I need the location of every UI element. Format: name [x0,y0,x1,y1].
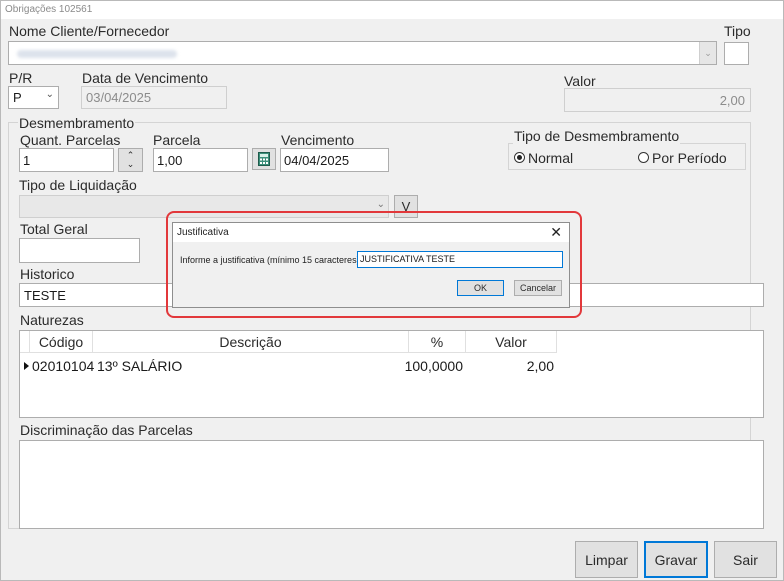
cell-codigo[interactable]: 02010104 [32,354,94,378]
parcela-field[interactable]: 1,00 [153,148,248,172]
col-percent[interactable]: % [409,331,466,353]
col-descricao[interactable]: Descrição [93,331,409,353]
calculator-icon [258,152,270,166]
desmembramento-label: Desmembramento [18,115,136,131]
calculator-button[interactable] [252,148,276,170]
window-title: Obrigações 102561 [5,4,93,15]
dialog-ok-button[interactable]: OK [457,280,504,296]
sair-button[interactable]: Sair [714,541,777,578]
discriminacao-field[interactable] [19,440,764,529]
quant-parcelas-field[interactable]: 1 [19,148,114,172]
data-vencimento-label: Data de Vencimento [82,70,209,86]
chevron-down-icon[interactable]: ⌄ [699,42,716,64]
total-geral-field[interactable] [19,238,140,263]
chevron-down-icon[interactable]: ⌄ [127,160,135,169]
quant-parcelas-label: Quant. Parcelas [20,132,121,148]
pr-label: P/R [9,70,33,86]
tipo-field[interactable] [724,42,749,65]
dialog-title-bar: Justificativa ✕ [173,223,569,242]
gravar-button[interactable]: Gravar [644,541,708,578]
justificativa-input[interactable]: JUSTIFICATIVA TESTE [357,251,563,268]
row-header-col [20,331,30,353]
data-vencimento-field[interactable]: 03/04/2025 [81,86,227,109]
dialog-cancel-button[interactable]: Cancelar [514,280,562,296]
chevron-down-icon: ⌄ [45,89,54,100]
historico-label: Historico [20,266,75,282]
cell-descricao[interactable]: 13º SALÁRIO [97,354,407,378]
justificativa-dialog: Justificativa ✕ Informe a justificativa … [172,222,570,308]
limpar-button[interactable]: Limpar [575,541,638,578]
naturezas-label: Naturezas [20,312,84,328]
chevron-down-icon: ⌄ [376,199,385,210]
cliente-combobox[interactable]: ⌄ [8,41,717,65]
col-valor[interactable]: Valor [466,331,557,353]
tipo-liquidacao-label: Tipo de Liquidação [19,177,137,193]
col-codigo[interactable]: Código [30,331,93,353]
vencimento-field[interactable]: 04/04/2025 [280,148,389,172]
row-selector-icon [21,354,31,378]
pr-select[interactable]: P ⌄ [8,86,59,109]
radio-por-periodo[interactable] [638,152,649,163]
radio-normal[interactable] [514,152,525,163]
close-icon[interactable]: ✕ [550,224,562,241]
radio-normal-label[interactable]: Normal [528,150,573,166]
pr-value: P [13,90,22,105]
vencimento-label: Vencimento [281,132,355,148]
blurred-client-name [17,50,177,58]
cell-valor[interactable]: 2,00 [466,354,554,378]
valor-label: Valor [564,73,596,89]
title-bar: Obrigações 102561 [1,1,783,19]
tipo-desmembramento-label: Tipo de Desmembramento [513,128,681,144]
dialog-prompt: Informe a justificativa (mínimo 15 carac… [180,255,363,265]
radio-por-periodo-label[interactable]: Por Período [652,150,727,166]
cell-percent[interactable]: 100,0000 [405,354,463,378]
cliente-label: Nome Cliente/Fornecedor [9,23,170,39]
valor-field[interactable]: 2,00 [564,88,751,112]
parcela-label: Parcela [153,132,201,148]
tipo-label: Tipo [724,23,751,39]
dialog-title: Justificativa [177,227,229,238]
quant-parcelas-stepper[interactable]: ⌃ ⌄ [118,148,143,172]
total-geral-label: Total Geral [20,221,88,237]
discriminacao-label: Discriminação das Parcelas [20,422,193,438]
